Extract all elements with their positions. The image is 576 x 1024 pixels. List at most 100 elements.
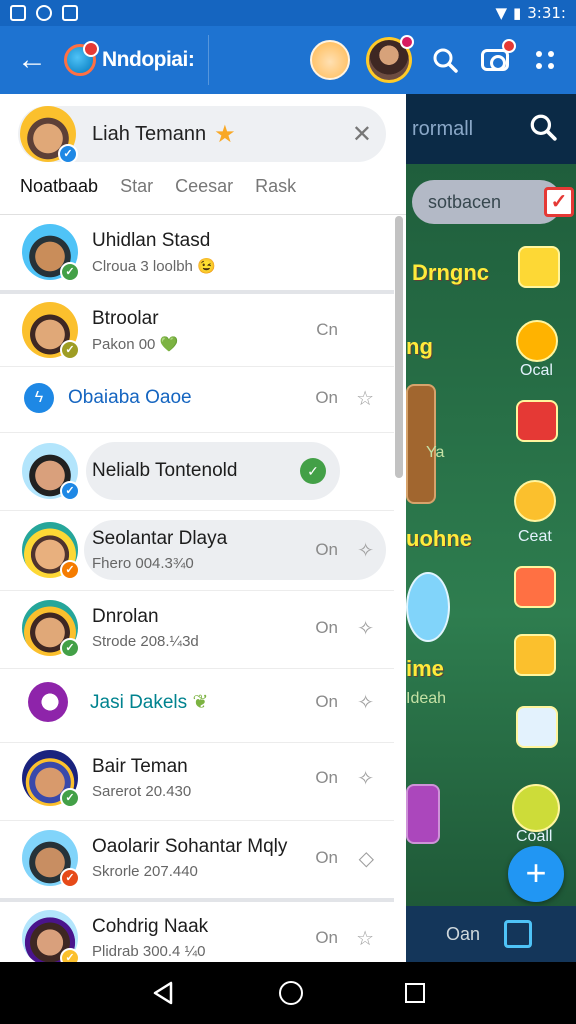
tab-bar: Noatbaab Star Ceesar Rask (20, 176, 296, 197)
status-bar: ▼ ▮ 3:31: (0, 0, 576, 26)
pin-icon[interactable]: ✧ (357, 766, 374, 791)
pin-icon[interactable]: ☆ (356, 386, 374, 411)
plus-icon: + (525, 852, 547, 893)
chat-row[interactable]: ϟ Obaiaba Oaoe On ☆ (0, 370, 394, 426)
chat-preview: Plidrab 300.4 ¼0 (92, 943, 206, 960)
image-icon (62, 5, 78, 21)
row-divider (0, 366, 394, 367)
chat-name: Btroolar (92, 307, 159, 329)
scrollbar[interactable] (395, 216, 403, 478)
chat-time: On (315, 388, 338, 407)
bg-label-3: Ya (426, 444, 445, 461)
row-divider (0, 590, 394, 591)
profile-header[interactable]: ✓ Liah Temann ★ ✕ (18, 106, 386, 164)
tab-3[interactable]: Ceesar (175, 176, 233, 197)
chat-time: Cn (316, 320, 338, 339)
chat-name: Jasi Dakels ❦ (90, 691, 209, 713)
pin-icon[interactable]: ✧ (357, 690, 374, 715)
verified-badge-icon: ✓ (60, 868, 80, 888)
bg-game-icon (514, 480, 556, 522)
sync-icon (36, 5, 52, 21)
chat-preview: Pakon 00 💚 (92, 335, 179, 353)
sim-icon (10, 5, 26, 21)
chat-time: On (315, 618, 338, 637)
pin-icon[interactable]: ✧ (357, 538, 374, 563)
bg-game-icon (512, 784, 560, 832)
bg-search-icon (528, 112, 558, 149)
chat-row[interactable]: ✓ Oaolarir Sohantar Mqly Skrorle 207.440… (0, 826, 394, 890)
pin-icon[interactable]: ◇ (359, 846, 374, 871)
wink-emoji-icon: 😉 (197, 257, 216, 275)
bg-label-2: ng (406, 334, 433, 359)
user-avatar[interactable] (366, 35, 414, 83)
chat-name: Oaolarir Sohantar Mqly (92, 836, 288, 857)
online-check-icon: ✓ (300, 458, 326, 484)
search-button[interactable] (428, 43, 462, 77)
messenger-icon: ϟ (24, 383, 54, 413)
row-divider (0, 432, 394, 433)
nav-recents-button[interactable] (405, 983, 425, 1003)
check-square-icon: ✓ (544, 187, 574, 217)
back-button[interactable]: ← (0, 26, 64, 94)
chat-row[interactable]: ✓ Uhidlan Stasd Clroua 3 loolbh 😉 (0, 220, 394, 284)
chat-row[interactable]: ✓ Dnrolan Strode 208.¼3d On ✧ (0, 596, 394, 660)
bg-small-1: Ocal (520, 362, 553, 379)
camera-icon (481, 49, 509, 71)
nav-back-button[interactable] (151, 980, 177, 1006)
chat-time: On (315, 692, 338, 711)
nav-home-button[interactable] (279, 981, 303, 1005)
search-icon (433, 48, 458, 73)
chat-avatar: ✓ (22, 443, 80, 501)
chat-avatar: ✓ (22, 910, 80, 962)
row-divider (0, 510, 394, 511)
close-button[interactable]: ✕ (352, 120, 372, 149)
app-logo-icon (64, 41, 99, 76)
mascot-icon[interactable] (310, 40, 350, 80)
grid-dots-icon (536, 51, 554, 69)
bg-game-icon (518, 246, 560, 288)
chat-row[interactable]: ✓ Cohdrig Naak Plidrab 300.4 ¼0 On ☆ (0, 906, 394, 962)
bg-label-4: uohne (406, 526, 472, 551)
bg-game-icon (514, 566, 556, 608)
row-divider (0, 820, 394, 821)
section-divider (0, 898, 394, 902)
row-divider (0, 668, 394, 669)
camera-badge (502, 39, 516, 53)
bg-header-text: rormall (412, 117, 474, 140)
pin-icon[interactable]: ☆ (356, 926, 374, 951)
chat-time: On (315, 848, 338, 867)
chat-preview: Sarerot 20.430 (92, 783, 192, 800)
chat-preview: Clroua 3 loolbh 😉 (92, 257, 216, 275)
star-icon: ★ (214, 120, 236, 148)
pin-icon[interactable]: ✧ (357, 616, 374, 641)
bg-game-icon (516, 706, 558, 748)
toolbar-divider (208, 35, 210, 85)
chat-time: On (315, 928, 338, 947)
chat-row[interactable]: Jasi Dakels ❦ On ✧ (0, 674, 394, 730)
more-button[interactable] (528, 43, 562, 77)
add-fab[interactable]: + (508, 846, 564, 902)
chat-avatar: ✓ (22, 522, 80, 580)
bg-label-6: Ideah (406, 690, 447, 707)
tab-2[interactable]: Star (120, 176, 153, 197)
bg-label-5: ime (406, 656, 444, 681)
chat-row[interactable]: ✓ Bair Teman Sarerot 20.430 On ✧ (0, 746, 394, 810)
bg-label-1: Drngnc (412, 260, 489, 285)
status-time: 3:31: (527, 4, 566, 22)
verified-badge-icon: ✓ (60, 638, 80, 658)
chat-row[interactable]: ✓ Nelialb Tontenold ✓ (0, 440, 394, 502)
chat-row[interactable]: ✓ Btroolar Pakon 00 💚 Cn (0, 298, 394, 362)
tab-1[interactable]: Noatbaab (20, 176, 98, 197)
bg-square-icon (504, 920, 533, 948)
chat-name: Cohdrig Naak (92, 916, 209, 937)
tab-4[interactable]: Rask (255, 176, 296, 197)
chat-avatar: ✓ (22, 302, 80, 360)
bg-pill: sotbacen ✓ (412, 180, 574, 224)
chat-row[interactable]: ✓ Seolantar Dlaya Fhero 004.3¾0 On ✧ (0, 518, 394, 582)
chat-preview: Skrorle 207.440 (92, 863, 198, 880)
verified-badge-icon: ✓ (58, 144, 78, 164)
profile-avatar: ✓ (20, 106, 78, 164)
section-divider (0, 290, 394, 294)
camera-button[interactable] (478, 39, 516, 77)
bg-game-icon (514, 634, 556, 676)
